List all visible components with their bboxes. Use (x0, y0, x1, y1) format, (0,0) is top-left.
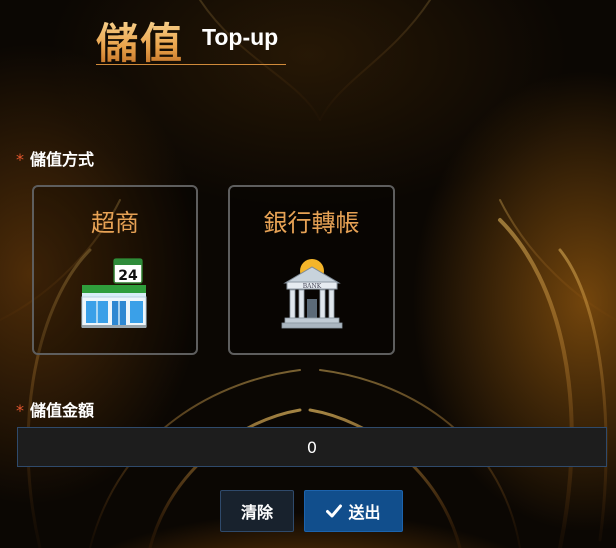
amount-input[interactable] (17, 427, 607, 467)
method-label-text: 儲值方式 (30, 150, 95, 169)
clear-button[interactable]: 清除 (220, 490, 294, 532)
store-badge-number: 24 (118, 268, 138, 284)
page-title: 儲值 Top-up (96, 6, 286, 68)
method-option-label: 超商 (91, 209, 139, 237)
amount-label: * 儲值金額 (16, 397, 94, 421)
submit-button-label: 送出 (348, 503, 381, 522)
page-title-en: Top-up (202, 24, 279, 50)
method-label: * 儲值方式 (16, 146, 94, 170)
submit-button[interactable]: 送出 (304, 490, 403, 532)
amount-label-text: 儲值金額 (30, 401, 95, 420)
bank-icon: BANK (281, 257, 343, 333)
clear-button-label: 清除 (240, 503, 273, 522)
required-mark: * (16, 150, 24, 169)
bank-sign-text: BANK (302, 283, 321, 290)
page-title-zh: 儲值 (96, 10, 184, 71)
method-option-convenience-store[interactable]: 超商 24 (32, 185, 198, 355)
method-option-bank-transfer[interactable]: 銀行轉帳 BANK (228, 185, 395, 355)
method-option-label: 銀行轉帳 (263, 209, 360, 237)
convenience-store-icon: 24 (80, 257, 150, 333)
check-icon (326, 504, 343, 518)
required-mark: * (16, 401, 24, 420)
